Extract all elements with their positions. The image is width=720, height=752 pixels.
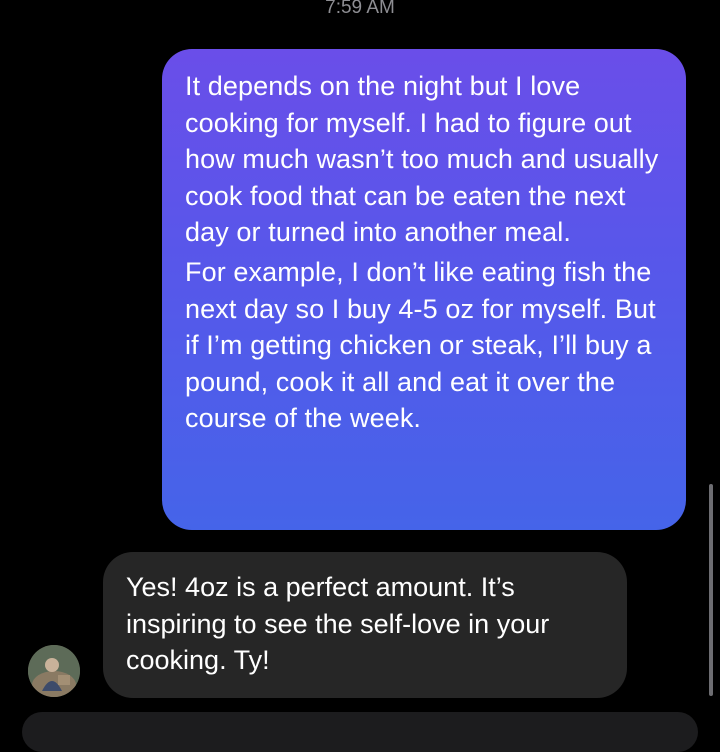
outgoing-message-bubble[interactable]: It depends on the night but I love cooki…: [162, 49, 686, 530]
incoming-message-bubble[interactable]: Yes! 4oz is a perfect amount. It’s inspi…: [103, 552, 627, 698]
next-message-bubble-partial: [22, 712, 698, 752]
outgoing-message-paragraph-1: It depends on the night but I love cooki…: [185, 71, 659, 248]
scrollbar[interactable]: [709, 484, 713, 696]
message-timestamp: 7:59 AM: [325, 0, 395, 18]
outgoing-message-paragraph-2: For example, I don’t like eating fish th…: [185, 256, 656, 434]
sender-avatar[interactable]: [28, 645, 80, 697]
incoming-message-text: Yes! 4oz is a perfect amount. It’s inspi…: [126, 572, 550, 676]
avatar-photo-icon: [28, 645, 80, 697]
